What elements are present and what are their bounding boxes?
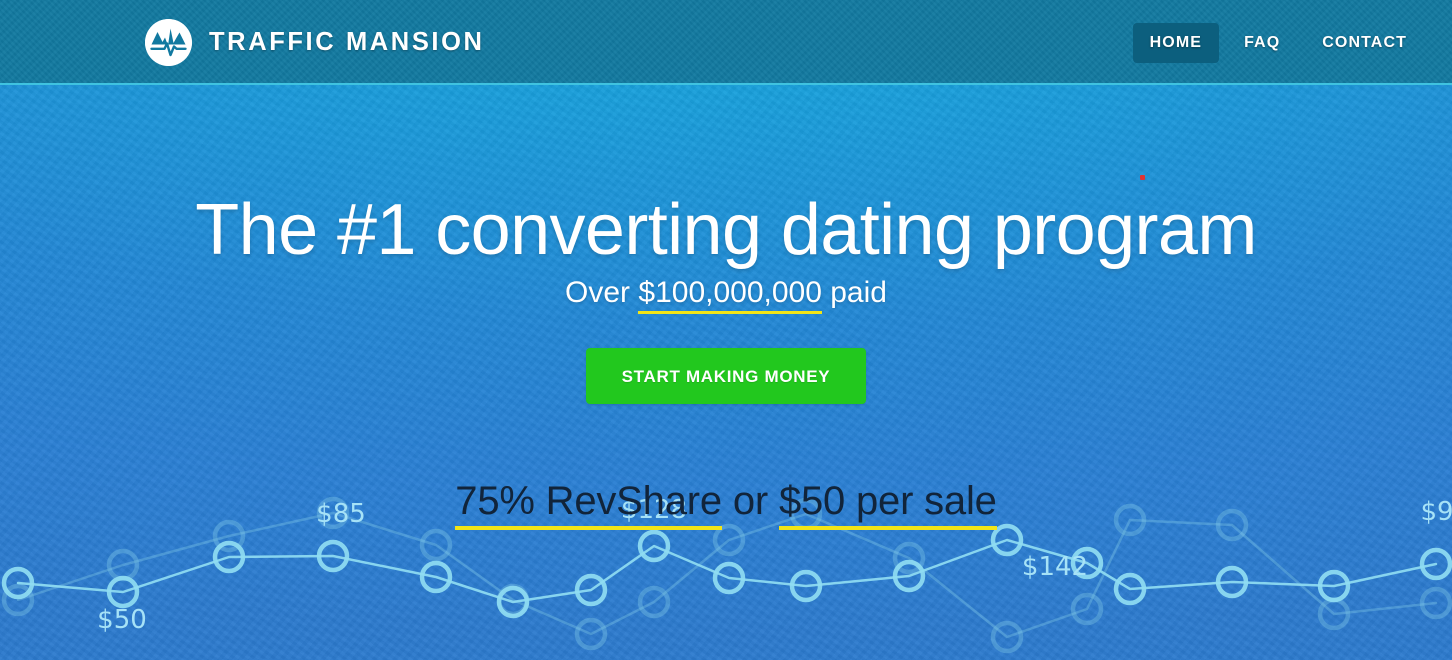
chart-point-marker: [419, 560, 453, 594]
chart-point-marker: [574, 617, 608, 651]
chart-line: [16, 511, 1438, 639]
chart-point-marker: [712, 561, 746, 595]
offer-line: 75% RevShare or $50 per sale: [0, 478, 1452, 530]
chart-point-marker: [1070, 592, 1104, 626]
hero-subheadline: Over $100,000,000 paid: [0, 275, 1452, 314]
chart-point-marker: [1113, 572, 1147, 606]
subheadline-suffix: paid: [821, 275, 887, 309]
nav-link-home[interactable]: HOME: [1132, 22, 1220, 63]
chart-point-marker: [212, 519, 246, 553]
chart-point-marker: [574, 573, 608, 607]
chart-point-marker: [892, 541, 926, 575]
paid-amount-highlight: $100,000,000: [638, 275, 822, 314]
pulse-mountain-circle-logo-icon: [145, 19, 192, 66]
chart-point-marker: [106, 575, 140, 609]
main-nav: HOME FAQ CONTACT: [1129, 0, 1428, 85]
chart-point-marker: [212, 540, 246, 574]
chart-point-marker: [637, 529, 671, 563]
chart-point-marker: [1070, 546, 1104, 580]
chart-point-marker: [1215, 565, 1249, 599]
offer-persale-highlight: $50 per sale: [778, 478, 997, 530]
chart-point-marker: [419, 528, 453, 562]
brand-name: TRAFFIC MANSION: [209, 28, 485, 56]
chart-point-marker: [712, 523, 746, 557]
nav-link-faq[interactable]: FAQ: [1227, 23, 1297, 63]
chart-value-label: $142: [1022, 552, 1088, 582]
nav-link-contact[interactable]: CONTACT: [1305, 23, 1424, 63]
chart-series-foreground: [1, 523, 1452, 619]
hero-content: The #1 converting dating program Over $1…: [0, 190, 1452, 530]
offer-revshare-highlight: 75% RevShare: [455, 478, 722, 530]
chart-point-marker: [1, 583, 35, 617]
stray-red-dot: [1140, 175, 1145, 180]
offer-separator: or: [721, 478, 779, 523]
chart-point-marker: [1317, 597, 1351, 631]
chart-point-marker: [316, 539, 350, 573]
start-making-money-button[interactable]: START MAKING MONEY: [585, 347, 867, 404]
chart-point-marker: [1419, 586, 1452, 620]
subheadline-prefix: Over: [565, 275, 639, 309]
chart-point-marker: [1419, 547, 1452, 581]
chart-point-marker: [106, 548, 140, 582]
chart-point-marker: [1, 566, 35, 600]
chart-point-marker: [990, 620, 1024, 654]
chart-point-marker: [496, 585, 530, 619]
chart-point-marker: [1317, 569, 1351, 603]
chart-point-marker: [496, 583, 530, 617]
chart-point-marker: [789, 569, 823, 603]
chart-value-label: $50: [97, 605, 147, 635]
site-header: TRAFFIC MANSION HOME FAQ CONTACT: [0, 0, 1452, 85]
chart-line: [16, 538, 1438, 604]
cta-wrapper: START MAKING MONEY: [0, 347, 1452, 404]
chart-point-marker: [637, 585, 671, 619]
page-title: The #1 converting dating program: [195, 190, 1257, 270]
chart-point-marker: [990, 523, 1024, 557]
brand-logo-link[interactable]: TRAFFIC MANSION: [145, 0, 485, 85]
chart-point-marker: [892, 559, 926, 593]
hero-section: The #1 converting dating program Over $1…: [0, 85, 1452, 660]
